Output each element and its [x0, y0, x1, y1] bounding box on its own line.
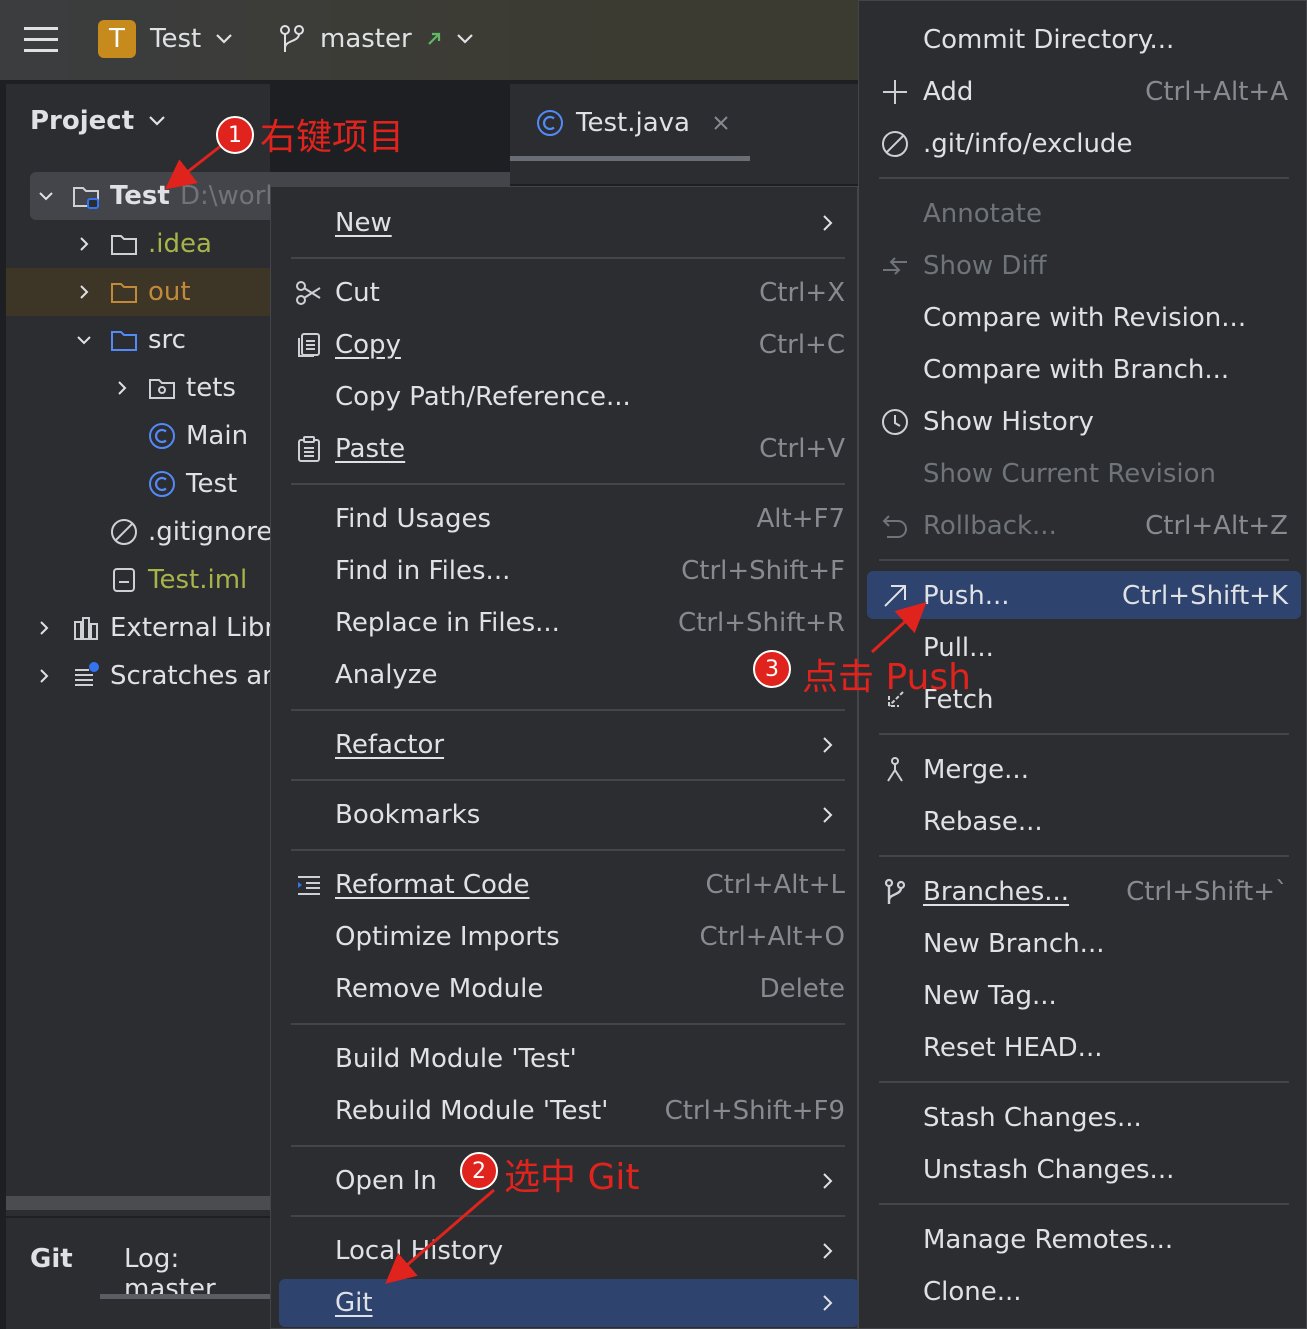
arrow-3 [870, 601, 927, 654]
arrow-2 [385, 1188, 495, 1284]
annotation-arrows [164, 143, 927, 1284]
annotation-text-2: 选中 Git [504, 1157, 640, 1198]
annotation-text-3: 点击 Push [802, 657, 971, 698]
annotation-text-1: 右键项目 [260, 117, 405, 158]
annotation-badge-2: 2 [460, 1152, 498, 1190]
annotation-badge-1: 1 [216, 116, 254, 154]
arrow-1 [164, 143, 223, 190]
annotation-badge-3: 3 [753, 650, 791, 688]
ide-window: T Test master Project Test D:\work .idea [0, 0, 1307, 1329]
